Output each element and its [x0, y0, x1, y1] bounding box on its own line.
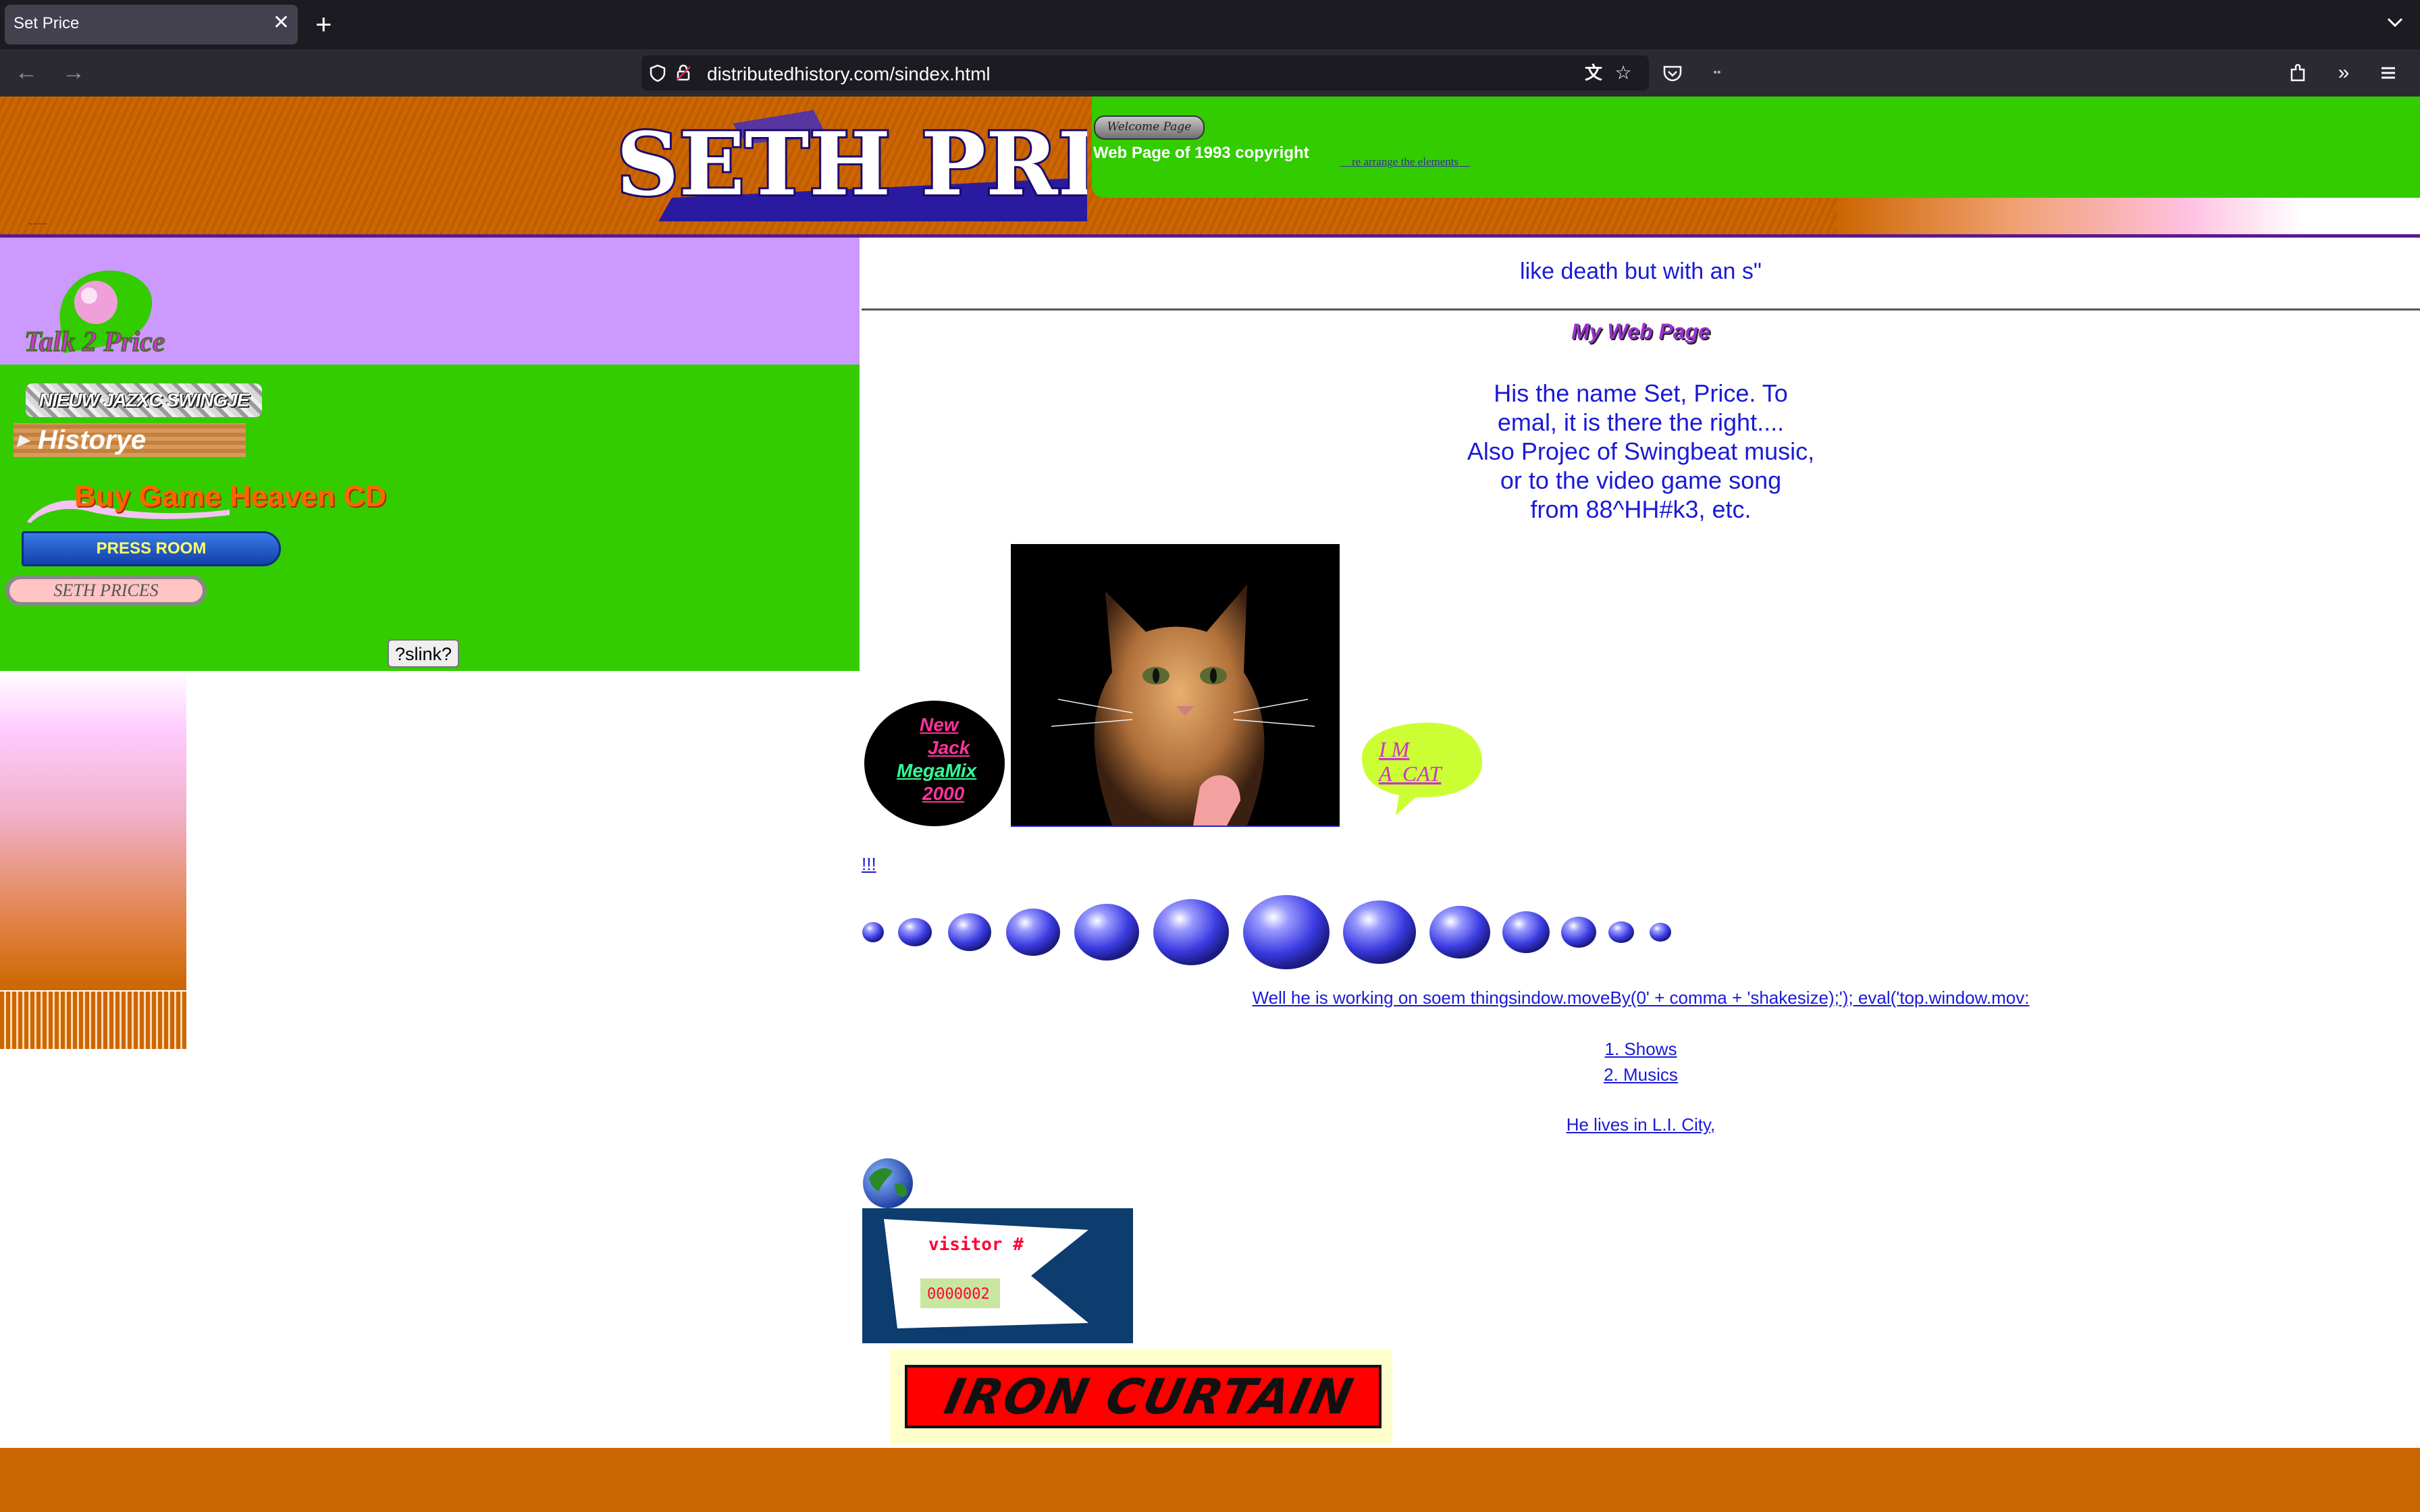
- bubble-line: I M: [1378, 737, 1411, 761]
- menu-icon[interactable]: [2377, 61, 2400, 84]
- i-am-a-cat-bubble[interactable]: I M A CAT: [1348, 718, 1487, 815]
- talk-2-price-logo[interactable]: Talk 2 Price: [23, 269, 185, 360]
- counter-flag: visitor # 0000002: [884, 1219, 1088, 1328]
- welcome-page-button[interactable]: Welcome Page: [1094, 115, 1205, 140]
- intro-line: from 88^HH#k3, etc.: [1530, 495, 1752, 523]
- sidebar-item-label: Historye: [38, 425, 147, 455]
- tagline: like death but with an s": [1520, 259, 1762, 284]
- address-bar[interactable]: distributedhistory.com/sindex.html 文 ☆: [641, 55, 1649, 90]
- visitor-label: visitor #: [928, 1235, 1024, 1255]
- sidebar-stripes-decoration: [0, 992, 186, 1049]
- slink-button[interactable]: ?slink?: [388, 639, 459, 668]
- bubble-line: A CAT: [1377, 761, 1443, 786]
- intro-line: emal, it is there the right....: [1497, 408, 1785, 436]
- new-tab-icon[interactable]: +: [315, 8, 332, 40]
- seth-price-logo: SETH PRICE: [614, 110, 1087, 221]
- sidebar-item-seth-prices[interactable]: SETH PRICES: [5, 575, 207, 606]
- newjack-line: New: [920, 714, 959, 735]
- tab-strip: Set Price ✕ +: [0, 0, 2420, 49]
- page-title: My Web Page: [1571, 319, 1710, 344]
- new-jack-megamix-link[interactable]: New Jack MegaMix 2000: [864, 701, 1005, 826]
- footer-bar: [0, 1448, 2420, 1512]
- close-tab-icon[interactable]: ✕: [273, 11, 290, 35]
- list-all-tabs-icon[interactable]: [2385, 12, 2405, 32]
- talk-logo-text: Talk 2 Price: [24, 327, 165, 358]
- extensions-icon[interactable]: [2286, 61, 2309, 84]
- rearrange-elements-link[interactable]: re arrange the elements: [1340, 155, 1470, 169]
- shield-icon[interactable]: [648, 63, 667, 82]
- sidebar-item-historye[interactable]: Historye: [14, 423, 246, 457]
- exclaim-link[interactable]: !!!: [862, 854, 876, 875]
- header-copyright-text: Web Page of 1993 copyright: [1093, 144, 1309, 162]
- extension-dots-icon[interactable]: ••: [1706, 61, 1729, 84]
- globe-icon: [863, 1158, 913, 1208]
- navigation-toolbar: ← → distributedhistory.com/sindex.html 文…: [0, 49, 2420, 97]
- pocket-icon[interactable]: [1661, 61, 1684, 84]
- newjack-line: Jack: [928, 737, 970, 758]
- translate-icon[interactable]: 文: [1584, 63, 1603, 82]
- sidebar-item-press-room[interactable]: PRESS ROOM: [22, 531, 281, 566]
- tab-set-price[interactable]: Set Price ✕: [5, 5, 298, 45]
- url-text: distributedhistory.com/sindex.html: [707, 63, 991, 84]
- horizontal-rule: [862, 308, 2420, 310]
- lives-in-link[interactable]: He lives in L.I. City,: [862, 1114, 2420, 1135]
- web-page: ~~~~ SETH PRICE Welcome Page Web Page of…: [0, 97, 2420, 1512]
- header-tiny-mark: ~~~~: [28, 219, 48, 229]
- forward-icon[interactable]: →: [62, 59, 85, 86]
- shows-link[interactable]: 1. Shows: [862, 1039, 2420, 1060]
- logo-text: SETH PRICE: [616, 114, 1087, 215]
- iron-banner-frame: IRON CURTAIN GIRL: [905, 1365, 1382, 1428]
- more-tools-icon[interactable]: »: [2332, 61, 2355, 84]
- iron-curtain-girl-banner[interactable]: IRON CURTAIN GIRL: [889, 1350, 1392, 1444]
- back-icon[interactable]: ←: [15, 59, 38, 86]
- visitor-counter: visitor # 0000002: [862, 1208, 1133, 1343]
- blue-balls-divider: [862, 895, 1671, 969]
- newjack-line: MegaMix: [897, 760, 977, 781]
- intro-text: His the name Set, Price. To emal, it is …: [862, 379, 2420, 524]
- sidebar-item-buy-game-heaven-cd[interactable]: Buy Game Heaven CD: [27, 476, 419, 524]
- newjack-line: 2000: [922, 783, 965, 804]
- cat-photo[interactable]: [1011, 544, 1340, 827]
- intro-line: or to the video game song: [1500, 466, 1782, 494]
- tab-title: Set Price: [14, 14, 80, 32]
- intro-line: Also Projec of Swingbeat music,: [1467, 437, 1815, 465]
- sidebar-item-nieuw-jazxc-swingje[interactable]: NIEUW JAZXC SWINGJE: [26, 383, 262, 417]
- bookmark-star-icon[interactable]: ☆: [1614, 63, 1633, 82]
- working-on-link[interactable]: Well he is working on soem thingsindow.m…: [862, 988, 2420, 1008]
- visitor-count: 0000002: [927, 1286, 990, 1303]
- lock-insecure-icon[interactable]: [674, 63, 693, 82]
- musics-link[interactable]: 2. Musics: [862, 1064, 2420, 1085]
- header-fade-decoration: [1837, 198, 2420, 234]
- intro-line: His the name Set, Price. To: [1494, 379, 1788, 407]
- sidebar-gradient-decoration: [0, 671, 186, 990]
- sidebar-item-label: Buy Game Heaven CD: [74, 480, 387, 513]
- iron-banner-text: IRON CURTAIN GIRL: [939, 1368, 1359, 1425]
